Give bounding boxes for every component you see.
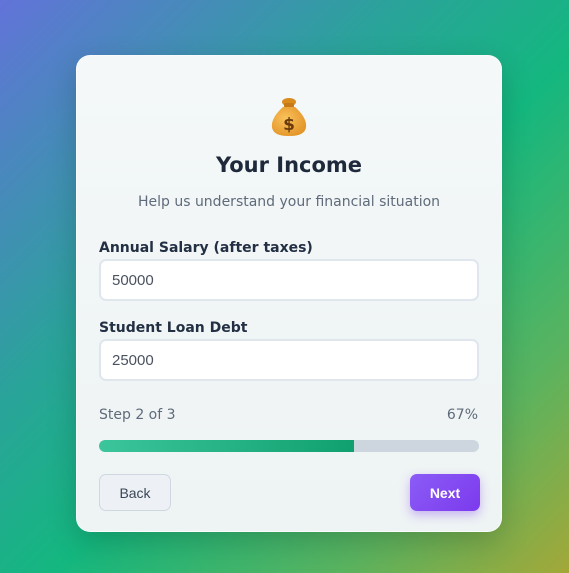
debt-input[interactable] — [99, 339, 479, 381]
progress-bar — [99, 440, 479, 452]
progress-fill — [99, 440, 354, 452]
money-bag-icon: $ — [77, 94, 501, 138]
income-card: $ Your Income Help us understand your fi… — [76, 55, 502, 532]
salary-input[interactable] — [99, 259, 479, 301]
next-button[interactable]: Next — [410, 474, 480, 511]
progress-percent: 67% — [446, 407, 478, 423]
debt-label: Student Loan Debt — [99, 320, 248, 336]
svg-text:$: $ — [283, 115, 295, 135]
page-title: Your Income — [215, 153, 363, 177]
page-subtitle: Help us understand your financial situat… — [137, 194, 441, 210]
back-button[interactable]: Back — [99, 474, 171, 511]
salary-label: Annual Salary (after taxes) — [99, 240, 313, 256]
step-indicator: Step 2 of 3 — [99, 407, 176, 423]
